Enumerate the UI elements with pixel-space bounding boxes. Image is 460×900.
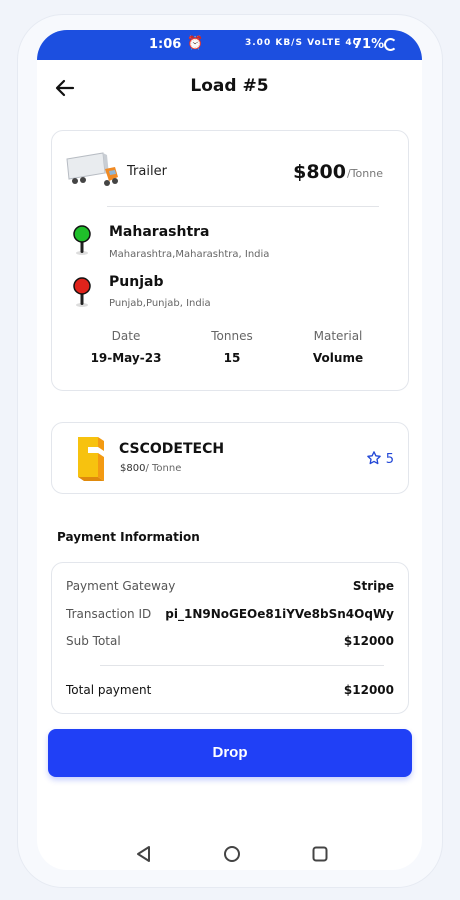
header: Load #5 bbox=[37, 70, 422, 106]
meta-date: Date 19-May-23 bbox=[71, 329, 181, 365]
status-network: 3.00 KB/S VoLTE 4G bbox=[245, 38, 362, 48]
vehicle-type: Trailer bbox=[127, 164, 167, 179]
divider bbox=[100, 665, 384, 666]
load-price: $800 bbox=[293, 161, 346, 183]
system-nav-bar bbox=[37, 840, 422, 870]
load-card[interactable]: Trailer $800 /Tonne Maharashtra Maharash… bbox=[51, 130, 409, 391]
circle-home-icon[interactable] bbox=[222, 844, 242, 864]
meta-date-label: Date bbox=[111, 329, 141, 343]
payment-card: Payment Gateway Stripe Transaction ID pi… bbox=[51, 562, 409, 714]
status-bar: 1:06 ⏰ 3.00 KB/S VoLTE 4G 71% bbox=[37, 30, 422, 60]
page-title: Load #5 bbox=[190, 76, 269, 96]
pay-label: Sub Total bbox=[66, 634, 121, 648]
origin-name: Maharashtra bbox=[109, 224, 210, 240]
origin-address: Maharashtra,Maharashtra, India bbox=[109, 249, 270, 260]
rating-value: 5 bbox=[385, 452, 394, 467]
status-battery: 71% bbox=[353, 37, 385, 52]
meta-material: Material Volume bbox=[283, 329, 393, 365]
divider bbox=[107, 206, 379, 207]
total-value: $12000 bbox=[343, 683, 394, 697]
company-card[interactable]: CSCODETECH $800/ Tonne 5 bbox=[51, 422, 409, 494]
origin-pin-icon bbox=[73, 225, 91, 255]
truck-icon bbox=[66, 152, 118, 186]
app-screen: 1:06 ⏰ 3.00 KB/S VoLTE 4G 71% Load #5 Tr… bbox=[37, 30, 422, 870]
company-price-value: $800 bbox=[120, 463, 146, 474]
meta-date-value: 19-May-23 bbox=[90, 351, 162, 365]
meta-material-label: Material bbox=[313, 329, 363, 343]
pay-value: Stripe bbox=[352, 579, 394, 593]
company-price: $800/ Tonne bbox=[120, 463, 181, 474]
pay-label: Transaction ID bbox=[66, 607, 152, 621]
company-price-unit: / Tonne bbox=[145, 463, 182, 474]
destination-name: Punjab bbox=[109, 274, 164, 290]
meta-tonnes: Tonnes 15 bbox=[177, 329, 287, 365]
star-outline-icon bbox=[366, 451, 381, 465]
destination-address: Punjab,Punjab, India bbox=[109, 298, 211, 309]
drop-button[interactable]: Drop bbox=[48, 729, 412, 777]
company-name: CSCODETECH bbox=[119, 441, 225, 457]
pay-label: Payment Gateway bbox=[66, 579, 176, 593]
pay-value: pi_1N9NoGEOe81iYVe8bSn4OqWy bbox=[165, 607, 394, 621]
rating[interactable]: 5 bbox=[366, 450, 394, 467]
total-label: Total payment bbox=[66, 683, 152, 697]
meta-tonnes-value: 15 bbox=[223, 351, 241, 365]
destination-pin-icon bbox=[73, 277, 91, 307]
battery-icon bbox=[384, 38, 397, 51]
meta-material-value: Volume bbox=[312, 351, 364, 365]
load-price-unit: /Tonne bbox=[347, 167, 383, 180]
company-logo bbox=[78, 437, 104, 481]
status-time: 1:06 bbox=[149, 37, 182, 52]
alarm-icon: ⏰ bbox=[187, 36, 204, 51]
square-recents-icon[interactable] bbox=[310, 844, 330, 864]
pay-value: $12000 bbox=[343, 634, 394, 648]
payment-section-title: Payment Information bbox=[57, 530, 200, 544]
triangle-back-icon[interactable] bbox=[134, 844, 154, 864]
meta-tonnes-label: Tonnes bbox=[211, 329, 253, 343]
